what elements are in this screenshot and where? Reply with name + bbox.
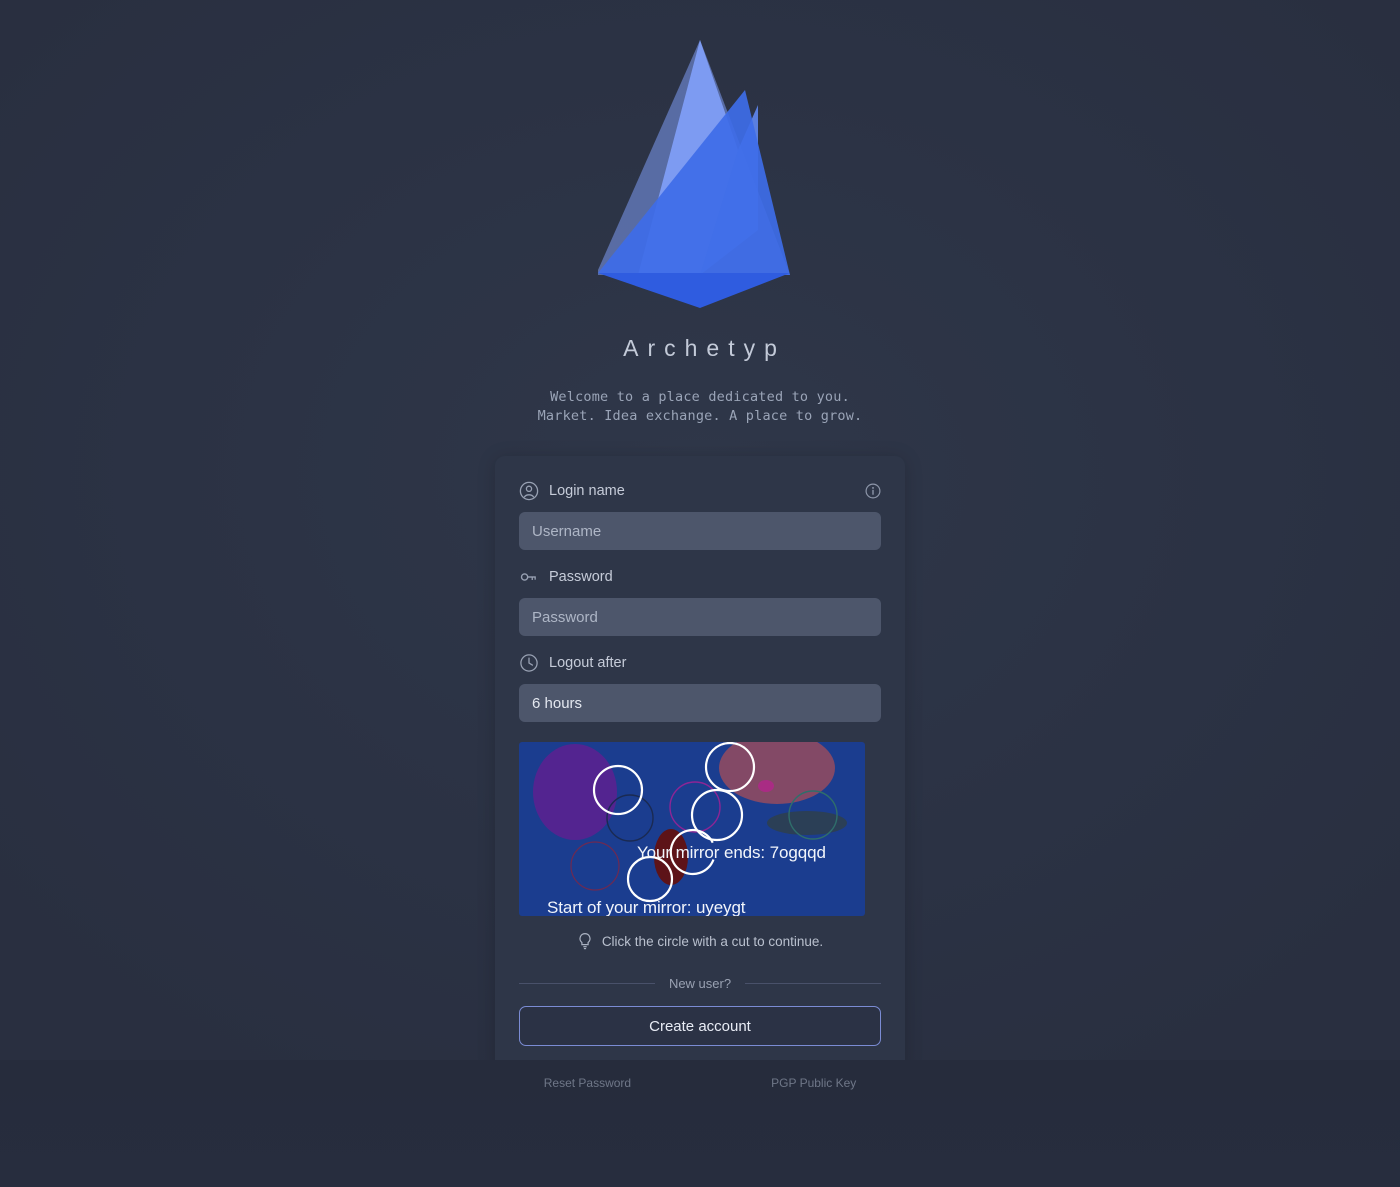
tagline: Welcome to a place dedicated to you. Mar…: [538, 388, 863, 426]
field-gap-2: [519, 636, 881, 652]
captcha-challenge[interactable]: Your mirror ends: 7ogqqd Start of your m…: [519, 742, 865, 916]
footer-links: Reset Password PGP Public Key: [0, 1076, 1400, 1090]
lightbulb-icon: [577, 932, 593, 950]
logout-after-value: 6 hours: [532, 694, 583, 712]
login-name-label-row: Login name: [519, 480, 881, 502]
divider-line-right: [745, 983, 882, 984]
field-gap-1: [519, 550, 881, 566]
username-input[interactable]: [519, 512, 881, 550]
info-circle-icon[interactable]: [865, 483, 881, 499]
mountain-logo-icon: [590, 30, 810, 315]
captcha-hint-text: Click the circle with a cut to continue.: [601, 933, 824, 949]
create-account-button[interactable]: Create account: [519, 1006, 881, 1046]
pgp-public-key-link[interactable]: PGP Public Key: [771, 1076, 856, 1090]
captcha-hint-row: Click the circle with a cut to continue.: [519, 932, 881, 950]
new-user-divider: New user?: [519, 976, 882, 991]
login-card: Login name Password: [495, 456, 905, 1072]
captcha-text-ends: Your mirror ends: 7ogqqd: [637, 843, 826, 862]
password-label-row: Password: [519, 566, 881, 588]
clock-icon: [519, 653, 539, 673]
password-label: Password: [549, 569, 613, 585]
divider-label: New user?: [668, 976, 732, 991]
captcha-text-start: Start of your mirror: uyeygt: [547, 898, 746, 916]
tagline-line-1: Welcome to a place dedicated to you.: [550, 389, 850, 405]
user-circle-icon: [519, 481, 539, 501]
tagline-line-2: Market. Idea exchange. A place to grow.: [537, 408, 863, 424]
logout-after-select[interactable]: 6 hours: [519, 684, 881, 722]
divider-line-left: [519, 983, 655, 984]
password-input[interactable]: [519, 598, 881, 636]
reset-password-link[interactable]: Reset Password: [544, 1076, 631, 1090]
page-title: Archetyp: [623, 335, 786, 361]
login-name-label: Login name: [549, 483, 625, 499]
logout-after-label-row: Logout after: [519, 652, 881, 674]
logout-after-label: Logout after: [549, 655, 627, 671]
key-icon: [519, 567, 539, 587]
login-page: Archetyp Welcome to a place dedicated to…: [0, 0, 1400, 1187]
